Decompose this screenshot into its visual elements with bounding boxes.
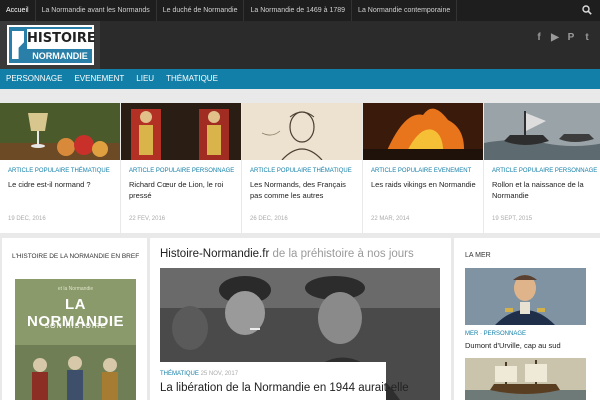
top-menu-1469-1789[interactable]: La Normandie de 1469 à 1789 [244,0,353,21]
sidebar-left: L'HISTOIRE DE LA NORMANDIE EN BREF et la… [2,238,147,400]
top-menu-avant-normands[interactable]: La Normandie avant les Normands [36,0,157,21]
card-title[interactable]: Richard Cœur de Lion, le roi pressé [129,179,237,201]
nav-personnage[interactable]: PERSONNAGE [0,69,68,89]
card-date: 22 MAR, 2014 [371,216,410,222]
youtube-icon[interactable]: ▶ [550,33,560,43]
card-category: ARTICLE POPULAIRE PERSONNAGE [129,168,235,174]
sailing-ship-image[interactable] [465,358,586,400]
main-content: Histoire-Normandie.fr de la préhistoire … [150,238,451,400]
right-article-category[interactable]: MER · PERSONNAGE [465,331,526,337]
twitter-icon[interactable]: t [582,33,592,43]
article-card[interactable]: ARTICLE POPULAIRE PERSONNAGE Richard Cœu… [121,103,241,233]
nav-evenement[interactable]: EVENEMENT [68,69,130,89]
card-title[interactable]: Les Normands, des Français pas comme les… [250,179,358,201]
search-icon[interactable] [582,5,592,15]
featured-meta: THÉMATIQUE 25 NOV, 2017 [160,371,238,377]
nav-thematique[interactable]: THÉMATIQUE [160,69,224,89]
richard-coeur-de-lion-image [121,103,241,160]
book-cover-subtitle: SON HISTOIRE [44,323,107,330]
card-category: ARTICLE POPULAIRE THÉMATIQUE [8,168,110,174]
top-menu-contemporaine[interactable]: La Normandie contemporaine [352,0,458,21]
card-title[interactable]: Rollon et la naissance de la Normandie [492,179,600,201]
card-category: ARTICLE POPULAIRE THÉMATIQUE [250,168,352,174]
site-header: HISTOIRE NORMANDIE f ▶ P t [0,21,600,69]
popular-articles: ARTICLE POPULAIRE THÉMATIQUE Le cidre es… [0,103,600,233]
featured-caption: THÉMATIQUE 25 NOV, 2017 La libération de… [160,362,409,400]
book-cover-top: et la Normandie [57,286,94,292]
viking-raid-fire-image [363,103,483,160]
book-cover-illustration [15,345,136,400]
top-menu-duche[interactable]: Le duché de Normandie [157,0,245,21]
social-links: f ▶ P t [534,33,592,43]
logo-box: HISTOIRE NORMANDIE [7,25,96,65]
normandy-shape-icon [12,31,24,59]
featured-date: 25 NOV, 2017 [200,371,239,377]
viking-ships-image [484,103,600,160]
sidebar-right-heading: LA MER [465,252,491,259]
card-date: 19 SEPT, 2015 [492,216,533,222]
card-title[interactable]: Les raids vikings en Normandie [371,179,479,190]
page-title: Histoire-Normandie.fr de la préhistoire … [160,248,414,260]
cider-image [0,103,120,160]
main-nav: PERSONNAGE EVENEMENT LIEU THÉMATIQUE [0,69,600,89]
logo-line-1: HISTOIRE [27,29,96,49]
book-cover[interactable]: et la Normandie LA NORMANDIE SON HISTOIR… [15,279,136,400]
sketch-portrait-image [242,103,362,161]
card-date: 26 DEC, 2016 [250,216,288,222]
top-menu: Accueil La Normandie avant les Normands … [0,0,458,21]
card-date: 19 DEC, 2016 [8,216,46,222]
card-category: ARTICLE POPULAIRE EVENEMENT [371,168,472,174]
dumont-durville-image[interactable] [465,268,586,325]
site-name: Histoire-Normandie.fr [160,248,270,260]
ship-painting [465,358,586,400]
pinterest-icon[interactable]: P [566,33,576,43]
sidebar-right: LA MER MER · PERSONNAGE Dumont d'Urville… [454,238,600,400]
logo-line-2: NORMANDIE [32,51,88,61]
site-logo[interactable]: HISTOIRE NORMANDIE [0,21,100,69]
top-menu-accueil[interactable]: Accueil [0,0,36,21]
card-category: ARTICLE POPULAIRE PERSONNAGE [492,168,598,174]
article-card[interactable]: ARTICLE POPULAIRE THÉMATIQUE Le cidre es… [0,103,120,233]
site-tagline: de la préhistoire à nos jours [269,248,414,260]
top-bar: Accueil La Normandie avant les Normands … [0,0,600,21]
right-article-title[interactable]: Dumont d'Urville, cap au sud [465,341,561,350]
featured-title[interactable]: La libération de la Normandie en 1944 au… [160,381,409,395]
nav-lieu[interactable]: LIEU [130,69,160,89]
facebook-icon[interactable]: f [534,33,544,43]
portrait-painting [465,268,586,325]
article-card[interactable]: ARTICLE POPULAIRE THÉMATIQUE Les Normand… [242,103,362,233]
article-card[interactable]: ARTICLE POPULAIRE PERSONNAGE Rollon et l… [484,103,600,233]
sidebar-left-heading: L'HISTOIRE DE LA NORMANDIE EN BREF [12,253,140,260]
article-card[interactable]: ARTICLE POPULAIRE EVENEMENT Les raids vi… [363,103,483,233]
card-title[interactable]: Le cidre est-il normand ? [8,179,116,190]
card-date: 22 FEV, 2016 [129,216,166,222]
featured-category[interactable]: THÉMATIQUE [160,371,199,377]
